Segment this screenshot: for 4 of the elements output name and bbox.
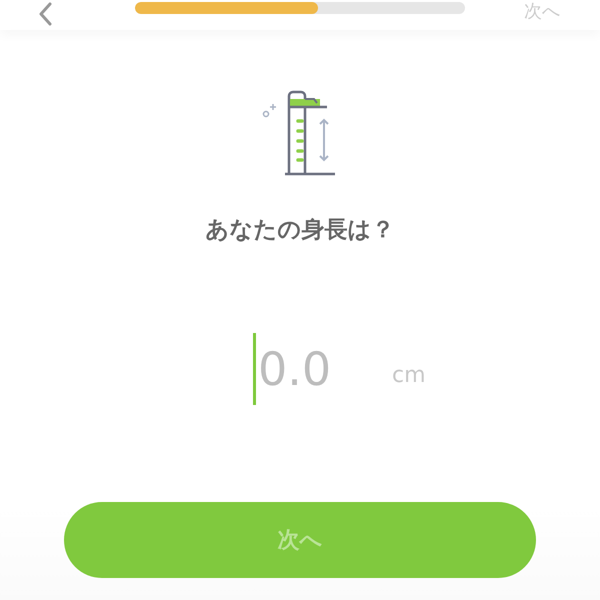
question-title: あなたの身長は？ bbox=[204, 216, 396, 245]
text-cursor bbox=[253, 333, 256, 405]
back-icon[interactable] bbox=[38, 2, 52, 26]
next-button[interactable]: 次へ bbox=[64, 502, 536, 578]
